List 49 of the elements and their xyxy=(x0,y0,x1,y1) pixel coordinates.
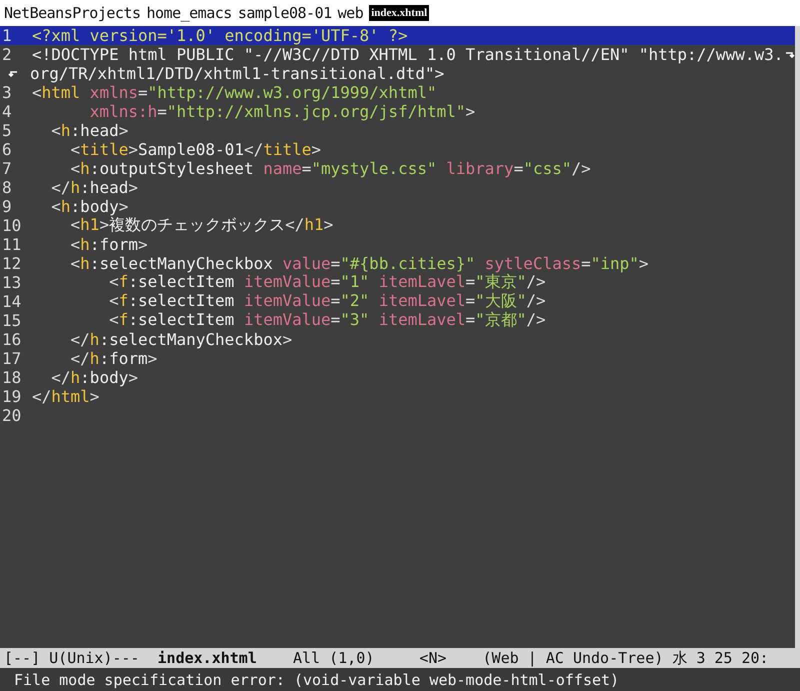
code-line: <html xmlns="http://www.w3.org/1999/xhtml" xyxy=(31,83,437,102)
code-line: <f:selectItem itemValue="3" itemLavel="京都"/> xyxy=(108,310,546,331)
line-number: 15 xyxy=(1,311,22,330)
line-number: 12 xyxy=(1,254,22,273)
code-line: <h:form> xyxy=(70,235,148,254)
line-number: 1 xyxy=(1,26,13,45)
line-number: 4 xyxy=(1,102,13,121)
line-number: 2 xyxy=(1,45,13,64)
code-line: </html> xyxy=(31,387,100,406)
code-line: <f:selectItem itemValue="2" itemLavel="大阪"/> xyxy=(108,291,546,312)
code-line: <!DOCTYPE html PUBLIC "-//W3C//DTD XHTML 1.0 Transitional//EN" "http://www.w3. xyxy=(31,45,784,64)
code-line: <f:selectItem itemValue="1" itemLavel="東京"/> xyxy=(109,272,546,292)
path-label: web xyxy=(338,4,364,22)
line-number: 14 xyxy=(1,292,22,311)
code-line: <h:body> xyxy=(50,197,128,216)
line-number: 9 xyxy=(1,197,13,216)
line-number: 10 xyxy=(1,216,22,235)
code-line: </h:body> xyxy=(50,368,138,387)
wrap-arrow-icon xyxy=(8,68,18,78)
code-line: </h:selectManyCheckbox> xyxy=(70,330,292,349)
minibuffer-message: File mode specification error: (void-variable web-mode-html-offset) xyxy=(14,670,620,688)
path-label: NetBeansProjects xyxy=(4,4,140,22)
file-name: index.xhtml xyxy=(369,5,430,21)
line-number: 3 xyxy=(1,83,13,102)
line-number: 5 xyxy=(1,121,13,140)
line-number: 20 xyxy=(1,406,22,425)
code-line: <h:head> xyxy=(50,121,128,140)
line-number: 11 xyxy=(1,235,22,254)
line-number: 6 xyxy=(1,140,13,159)
code-line: <h1>複数のチェックボックス</h1> xyxy=(70,215,334,236)
line-number: 13 xyxy=(1,273,22,292)
mode-line: [--] U(Unix)--- index.xhtml All (1,0) <N> (Web | AC Undo-Tree) 水 3 25 20: xyxy=(4,648,769,668)
code-line: org/TR/xhtml1/DTD/xhtml1-transitional.dtd"> xyxy=(29,64,444,83)
code-line: <title>Sample08-01</title> xyxy=(70,140,322,159)
line-number: 18 xyxy=(1,368,22,387)
path-label: sample08-01 xyxy=(238,4,332,22)
path-label: home_emacs xyxy=(146,4,232,22)
code-line: </h:head> xyxy=(50,178,138,197)
line-number: 17 xyxy=(1,349,22,368)
wrap-arrow-icon xyxy=(785,50,796,60)
code-line: <?xml version='1.0' encoding='UTF-8' ?> xyxy=(31,26,408,45)
line-number: 16 xyxy=(1,330,22,349)
line-number: 19 xyxy=(1,387,22,406)
code-line: <h:selectManyCheckbox value="#{bb.cities}" sytleClass="inp"> xyxy=(70,254,649,273)
code-line: <h:outputStylesheet name="mystyle.css" library="css"/> xyxy=(70,159,591,178)
line-number: 7 xyxy=(1,159,13,178)
line-number: 8 xyxy=(1,178,13,197)
code-line: xmlns:h="http://xmlns.jcp.org/jsf/html"> xyxy=(88,102,476,121)
code-line: </h:form> xyxy=(70,349,158,368)
